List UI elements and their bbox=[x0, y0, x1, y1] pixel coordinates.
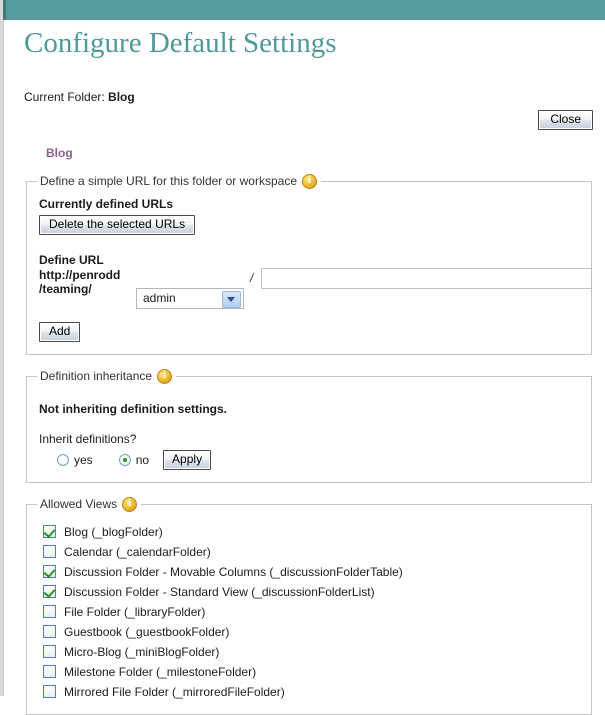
add-url-button[interactable]: Add bbox=[39, 321, 81, 342]
allowed-view-checkbox[interactable] bbox=[43, 605, 56, 619]
inherit-options-row: yes no Apply bbox=[57, 449, 581, 470]
allowed-view-label: Blog (_blogFolder) bbox=[64, 524, 163, 539]
url-scope-select[interactable]: admin bbox=[136, 287, 244, 309]
close-button-row: Close bbox=[4, 109, 605, 132]
allowed-view-checkbox[interactable] bbox=[43, 525, 56, 539]
allowed-view-row[interactable]: Blog (_blogFolder) bbox=[43, 522, 581, 542]
info-icon[interactable] bbox=[302, 173, 317, 189]
define-url-label: Define URL bbox=[39, 252, 104, 267]
radio-inherit-no[interactable] bbox=[118, 453, 131, 466]
define-url-row: http://penrodd /teaming/ admin / bbox=[39, 267, 592, 316]
allowed-view-row[interactable]: Calendar (_calendarFolder) bbox=[43, 542, 581, 562]
current-folder-label: Current Folder: bbox=[24, 89, 105, 104]
allowed-view-checkbox[interactable] bbox=[43, 625, 56, 639]
allowed-view-row[interactable]: Milestone Folder (_milestoneFolder) bbox=[43, 662, 581, 682]
currently-defined-urls-label: Currently defined URLs bbox=[39, 196, 174, 211]
apply-button[interactable]: Apply bbox=[163, 449, 212, 470]
close-button[interactable]: Close bbox=[538, 109, 593, 130]
allowed-views-legend: Allowed Views bbox=[37, 496, 141, 512]
apply-button-wrap: Apply bbox=[163, 449, 212, 470]
delete-urls-row: Delete the selected URLs bbox=[39, 214, 581, 235]
simple-url-legend: Define a simple URL for this folder or w… bbox=[37, 173, 321, 189]
url-separator: / bbox=[250, 270, 254, 285]
inheritance-status: Not inheriting definition settings. bbox=[39, 401, 227, 416]
tab-blog[interactable]: Blog bbox=[46, 146, 73, 160]
allowed-view-label: Discussion Folder - Standard View (_disc… bbox=[64, 584, 375, 599]
allowed-view-row[interactable]: Micro-Blog (_miniBlogFolder) bbox=[43, 642, 581, 662]
allowed-view-checkbox[interactable] bbox=[43, 665, 56, 679]
url-host-line-2: /teaming/ bbox=[39, 281, 92, 296]
allowed-view-checkbox[interactable] bbox=[43, 585, 56, 599]
allowed-view-checkbox[interactable] bbox=[43, 545, 56, 559]
allowed-view-row[interactable]: File Folder (_libraryFolder) bbox=[43, 602, 581, 622]
allowed-view-row[interactable]: Discussion Folder - Standard View (_disc… bbox=[43, 582, 581, 602]
allowed-views-list: Blog (_blogFolder) Calendar (_calendarFol… bbox=[43, 522, 581, 702]
breadcrumb-tabs: Blog bbox=[46, 146, 605, 160]
current-folder-name: Blog bbox=[108, 89, 135, 104]
radio-inherit-no-label: no bbox=[135, 452, 150, 467]
definition-inheritance-legend: Definition inheritance bbox=[37, 368, 176, 384]
allowed-views-fieldset: Allowed Views Blog (_blogFolder) Calendar… bbox=[26, 496, 592, 715]
info-icon[interactable] bbox=[122, 496, 138, 512]
page-title: Configure Default Settings bbox=[24, 27, 337, 59]
top-color-bar bbox=[3, 0, 605, 20]
definition-inheritance-fieldset: Definition inheritance Not inheriting de… bbox=[26, 368, 592, 483]
url-host-prefix: http://penrodd /teaming/ bbox=[39, 268, 120, 296]
allowed-view-label: Milestone Folder (_milestoneFolder) bbox=[64, 664, 257, 679]
allowed-view-label: Mirrored File Folder (_mirroredFileFolde… bbox=[64, 684, 285, 699]
url-host-line-1: http://penrodd bbox=[39, 267, 121, 282]
add-url-row: Add bbox=[39, 321, 581, 342]
allowed-view-label: File Folder (_libraryFolder) bbox=[64, 604, 206, 619]
allowed-view-checkbox[interactable] bbox=[43, 645, 56, 659]
radio-inherit-yes-label: yes bbox=[74, 452, 93, 467]
top-bar-left-accent bbox=[3, 0, 6, 20]
allowed-view-row[interactable]: Guestbook (_guestbookFolder) bbox=[43, 622, 581, 642]
page-content: Configure Default Settings Current Folde… bbox=[4, 20, 605, 715]
chevron-down-icon[interactable] bbox=[222, 290, 241, 308]
allowed-view-checkbox[interactable] bbox=[43, 565, 56, 579]
allowed-view-label: Micro-Blog (_miniBlogFolder) bbox=[64, 644, 220, 659]
delete-selected-urls-button[interactable]: Delete the selected URLs bbox=[39, 214, 196, 235]
allowed-view-label: Guestbook (_guestbookFolder) bbox=[64, 624, 230, 639]
simple-url-legend-text: Define a simple URL for this folder or w… bbox=[40, 174, 297, 189]
definition-inheritance-legend-text: Definition inheritance bbox=[40, 369, 153, 384]
simple-url-fieldset: Define a simple URL for this folder or w… bbox=[26, 173, 592, 355]
current-folder: Current Folder: Blog bbox=[24, 90, 605, 104]
radio-inherit-yes[interactable] bbox=[57, 453, 69, 466]
allowed-view-label: Discussion Folder - Movable Columns (_di… bbox=[64, 564, 403, 579]
allowed-view-row[interactable]: Discussion Folder - Movable Columns (_di… bbox=[43, 562, 581, 582]
url-path-input[interactable] bbox=[261, 267, 592, 289]
info-icon[interactable] bbox=[157, 368, 173, 384]
allowed-view-label: Calendar (_calendarFolder) bbox=[64, 544, 211, 559]
allowed-view-row[interactable]: Mirrored File Folder (_mirroredFileFolde… bbox=[43, 682, 581, 702]
url-scope-select-value: admin bbox=[143, 290, 176, 305]
allowed-views-legend-text: Allowed Views bbox=[40, 497, 118, 512]
inherit-question: Inherit definitions? bbox=[39, 431, 137, 446]
allowed-view-checkbox[interactable] bbox=[43, 685, 56, 699]
